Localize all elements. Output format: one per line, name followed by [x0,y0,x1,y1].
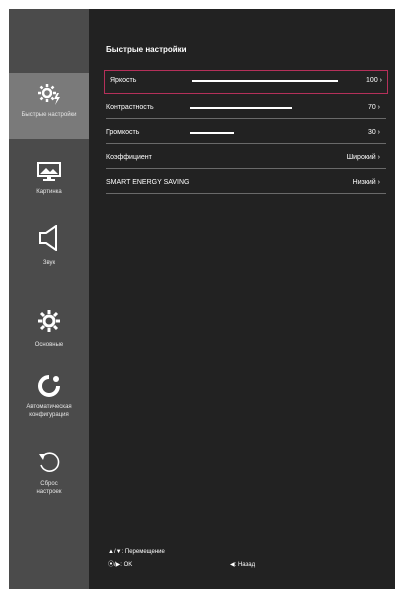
setting-value: Низкий › [352,179,380,186]
sidebar-item-auto-config[interactable]: Автоматическая конфигурация [9,374,89,434]
setting-label: SMART ENERGY SAVING [106,179,190,186]
setting-label: Громкость [106,129,140,136]
setting-label: Коэффициент [106,154,152,161]
sidebar-item-label: Картинка [36,189,62,195]
sidebar-item-reset[interactable]: Сброс настроек [9,450,89,510]
footer-ok-hint: ⦿/▶: OK [108,562,133,568]
level-bar [190,107,293,109]
sidebar-item-sound[interactable]: Звук [9,225,89,275]
divider [106,168,386,169]
sidebar-item-quick-settings[interactable]: Быстрые настройки [9,73,89,139]
setting-row-brightness[interactable]: Яркость 100 › [104,70,388,94]
setting-label: Контрастность [106,104,154,111]
footer-move-hint: ▲/▼: Перемещение [108,549,165,555]
footer-back-hint: ◀: Назад [230,562,256,568]
setting-row-contrast[interactable]: Контрастность 70 › [106,97,386,119]
sidebar-item-general[interactable]: Основные [9,309,89,353]
sidebar-item-label: Основные [34,342,64,348]
level-bar [190,132,234,134]
sidebar-item-label: Автоматическая конфигурация [26,404,72,418]
sidebar: Быстрые настройки Картинка Звук Основные… [9,9,89,589]
divider [106,193,386,194]
reset-icon [39,452,60,472]
auto-config-icon [38,375,60,397]
setting-label: Яркость [110,77,137,84]
setting-row-aspect-ratio[interactable]: Коэффициент Широкий › [106,147,386,169]
gear-icon [38,310,60,332]
setting-value: Широкий › [346,154,380,161]
setting-value: 30 › [367,129,380,136]
quick-settings-icon [38,84,60,105]
setting-row-volume[interactable]: Громкость 30 › [106,122,386,144]
sidebar-item-label: Быстрые настройки [21,112,77,118]
divider [106,118,386,119]
sidebar-item-label: Звук [42,260,56,266]
page-title: Быстрые настройки [106,45,187,54]
sidebar-item-picture[interactable]: Картинка [9,162,89,206]
picture-icon [37,162,61,181]
setting-value: 100 › [366,77,382,84]
level-bar [192,80,338,82]
speaker-icon [39,225,57,251]
setting-value: 70 › [367,104,380,111]
divider [106,143,386,144]
sidebar-item-label: Сброс настроек [36,481,62,495]
main-panel: Быстрые настройки Яркость 100 › Контраст… [89,9,395,589]
setting-row-smart-energy-saving[interactable]: SMART ENERGY SAVING Низкий › [106,172,386,194]
osd-menu: Быстрые настройки Картинка Звук Основные… [9,9,395,589]
